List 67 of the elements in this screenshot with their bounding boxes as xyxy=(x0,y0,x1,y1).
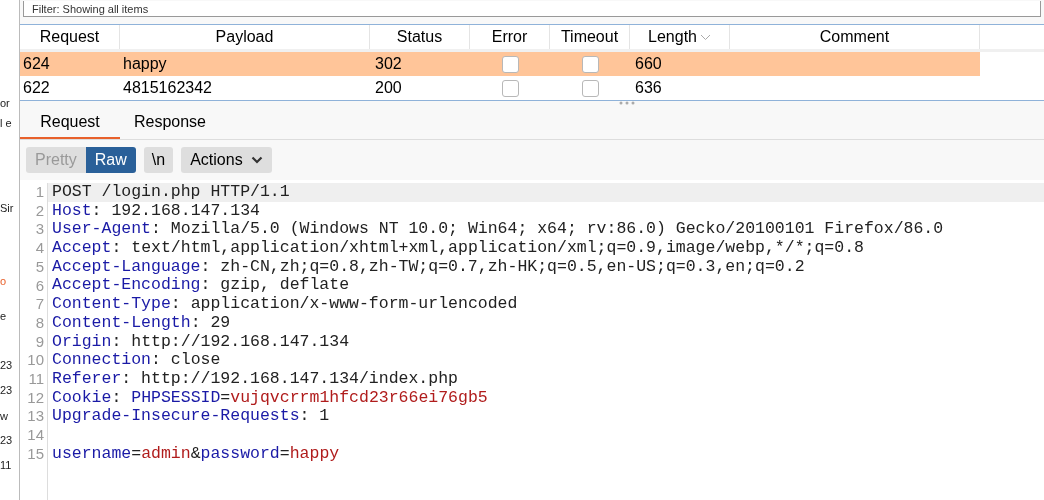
line-number: 9 xyxy=(35,332,44,352)
table-row[interactable]: 624 happy 302 660 xyxy=(20,52,980,76)
clipped-label: 23 xyxy=(0,383,13,397)
actions-button[interactable]: Actions xyxy=(181,147,272,173)
code-line: username=admin&password=happy xyxy=(52,443,340,463)
clipped-label: 23 xyxy=(0,433,13,447)
clipped-label: 23 xyxy=(0,358,13,372)
table-cell-text: 622 xyxy=(22,78,51,98)
line-number: 2 xyxy=(35,201,44,221)
code-line: Referer: http://192.168.147.134/index.php xyxy=(52,368,458,388)
column-header[interactable]: Comment xyxy=(730,25,980,49)
column-header[interactable]: Payload xyxy=(120,25,370,49)
clipped-label: l e xyxy=(0,116,12,130)
column-header[interactable]: Error xyxy=(470,25,550,49)
checkbox[interactable] xyxy=(501,55,519,73)
table-cell-text: happy xyxy=(122,54,168,74)
line-number: 5 xyxy=(35,257,44,277)
line-number: 15 xyxy=(27,444,44,464)
table-cell-text: 636 xyxy=(634,78,663,98)
line-number: 6 xyxy=(35,276,44,296)
code-line: Upgrade-Insecure-Requests: 1 xyxy=(52,406,330,426)
line-number: 12 xyxy=(27,388,44,408)
column-header[interactable]: Status xyxy=(370,25,470,49)
newline-toggle-button[interactable]: \n xyxy=(143,147,174,173)
code-line: Connection: close xyxy=(52,350,221,370)
clipped-label: w xyxy=(0,409,8,423)
code-line: Accept-Language: zh-CN,zh;q=0.8,zh-TW;q=0.7,zh-HK;q=0.5,en-US;q=0.3,en;q=0.2 xyxy=(52,256,805,276)
chevron-down-icon xyxy=(250,156,263,164)
code-line: Accept-Encoding: gzip, deflate xyxy=(52,275,350,295)
checkbox[interactable] xyxy=(581,79,599,97)
clipped-label: e xyxy=(0,309,7,323)
checkbox[interactable] xyxy=(501,79,519,97)
line-number: 7 xyxy=(35,295,44,314)
line-number: 10 xyxy=(27,351,44,371)
line-number: 3 xyxy=(35,220,44,240)
line-number: 8 xyxy=(35,313,44,333)
column-header[interactable]: Length xyxy=(630,25,730,49)
line-number: 14 xyxy=(27,426,44,445)
filter-bar[interactable]: Filter: Showing all items xyxy=(23,1,1041,17)
code-line: Cookie: PHPSESSID=vujqvcrrm1hfcd23r66ei76gb5 xyxy=(52,387,488,407)
column-header[interactable]: Request xyxy=(20,25,120,49)
code-line: Host: 192.168.147.134 xyxy=(52,200,260,220)
table-cell-text: 660 xyxy=(634,54,663,74)
clipped-label: o xyxy=(0,274,7,288)
column-header[interactable]: Timeout xyxy=(550,25,630,49)
table-cell-text: 4815162342 xyxy=(122,78,213,98)
line-number: 11 xyxy=(28,370,44,389)
tab[interactable]: Response xyxy=(120,107,220,139)
line-number: 13 xyxy=(27,407,44,427)
line-number: 4 xyxy=(35,239,44,258)
clipped-label: 11 xyxy=(0,458,12,472)
code-line: Content-Type: application/x-www-form-urlencoded xyxy=(52,294,518,314)
table-cell-text: 624 xyxy=(22,54,51,74)
tab[interactable]: Request xyxy=(20,107,120,139)
code-line: Content-Length: 29 xyxy=(52,312,231,332)
checkbox[interactable] xyxy=(581,55,599,73)
clipped-label: Sir xyxy=(0,201,14,215)
table-cell-text: 200 xyxy=(374,78,403,98)
code-line: Origin: http://192.168.147.134 xyxy=(52,331,350,351)
view-mode-toggle[interactable]: Raw xyxy=(85,147,136,173)
code-line: User-Agent: Mozilla/5.0 (Windows NT 10.0; Win64; x64; rv:86.0) Gecko/20100101 Firefox/86.0 xyxy=(52,219,944,239)
table-cell-text: 302 xyxy=(374,54,403,74)
clipped-label: or xyxy=(0,96,10,110)
drag-handle-icon[interactable] xyxy=(619,101,635,105)
code-line: POST /login.php HTTP/1.1 xyxy=(52,182,290,201)
code-line: Accept: text/html,application/xhtml+xml,application/xml;q=0.9,image/webp,*/*;q=0.8 xyxy=(52,238,864,258)
line-number: 1 xyxy=(35,183,44,202)
